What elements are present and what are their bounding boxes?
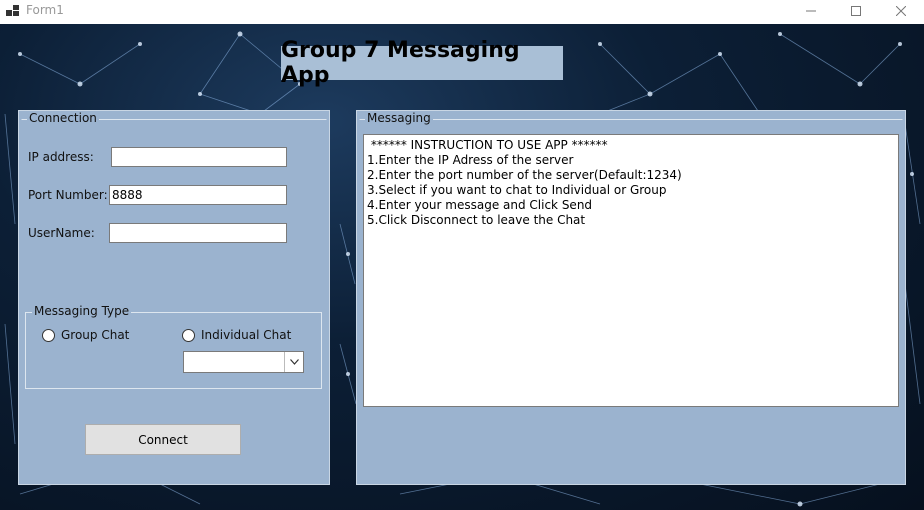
title-bar: Form1 [0, 0, 924, 24]
connection-panel: Connection IP address: Port Number: 8888… [18, 110, 330, 485]
messaging-panel: Messaging ****** INSTRUCTION TO USE APP … [356, 110, 906, 485]
username-field[interactable] [109, 223, 287, 243]
individual-chat-radio[interactable] [182, 329, 195, 342]
close-icon [895, 5, 907, 19]
minimize-button[interactable] [788, 0, 834, 24]
group-chat-radio[interactable] [42, 329, 55, 342]
minimize-icon [806, 5, 816, 19]
messaging-group-label: Messaging [365, 111, 433, 125]
port-number-field[interactable]: 8888 [109, 185, 287, 205]
close-button[interactable] [878, 0, 924, 24]
port-number-label: Port Number: [28, 188, 108, 202]
ip-address-label: IP address: [28, 150, 94, 164]
message-display[interactable]: ****** INSTRUCTION TO USE APP ****** 1.E… [363, 134, 899, 407]
instruction-line: 1.Enter the IP Adress of the server [367, 153, 574, 167]
maximize-button[interactable] [833, 0, 879, 24]
instruction-line: 2.Enter the port number of the server(De… [367, 168, 682, 182]
messaging-type-label: Messaging Type [32, 304, 132, 318]
window-title: Form1 [26, 3, 64, 17]
instruction-line: 5.Click Disconnect to leave the Chat [367, 213, 586, 227]
app-heading: Group 7 Messaging App [281, 38, 563, 88]
connection-group-label: Connection [27, 111, 99, 125]
instruction-line: ****** INSTRUCTION TO USE APP ****** [367, 138, 608, 152]
instruction-line: 3.Select if you want to chat to Individu… [367, 183, 667, 197]
individual-chat-label[interactable]: Individual Chat [201, 328, 291, 342]
username-label: UserName: [28, 226, 95, 240]
individual-select[interactable] [183, 351, 304, 373]
maximize-icon [851, 5, 861, 19]
ip-address-field[interactable] [111, 147, 287, 167]
app-icon [6, 4, 20, 18]
group-chat-label[interactable]: Group Chat [61, 328, 129, 342]
connect-button[interactable]: Connect [85, 424, 241, 455]
chevron-down-icon[interactable] [284, 352, 303, 372]
instruction-line: 4.Enter your message and Click Send [367, 198, 593, 212]
messaging-type-group: Messaging Type Group Chat Individual Cha… [25, 304, 322, 389]
